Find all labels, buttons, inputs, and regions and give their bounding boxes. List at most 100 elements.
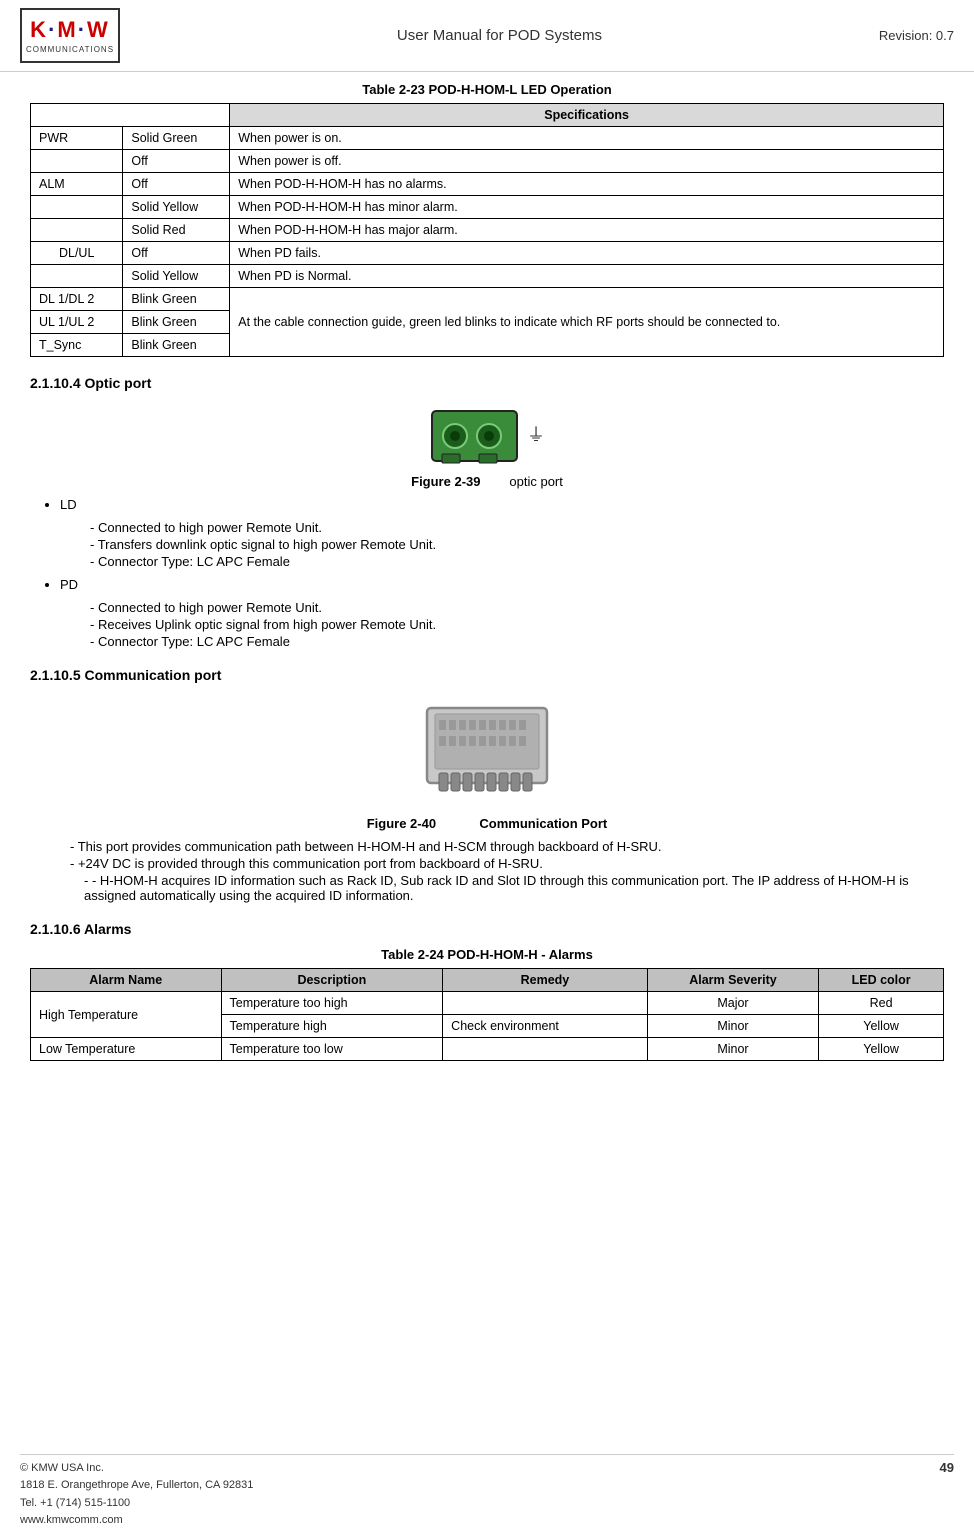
led-name: PWR: [31, 127, 123, 150]
led-desc: When power is off.: [230, 150, 944, 173]
optic-port-svg: ⏚: [427, 406, 547, 466]
pd-items: Connected to high power Remote Unit. Rec…: [90, 600, 944, 649]
alarm-severity: Major: [647, 992, 819, 1015]
led-state: Off: [123, 242, 230, 265]
led-state: Off: [123, 150, 230, 173]
led-state: Solid Red: [123, 219, 230, 242]
main-content: Table 2-23 POD-H-HOM-L LED Operation Spe…: [0, 72, 974, 1081]
led-name: [31, 150, 123, 173]
table24-caption: Table 2-24 POD-H-HOM-H - Alarms: [30, 947, 944, 962]
led-color: Red: [819, 992, 944, 1015]
revision-label: Revision: 0.7: [879, 28, 954, 43]
figure-2-40-caption: Figure 2-40 Communication Port: [30, 816, 944, 831]
figure-2-39-num: Figure 2-39: [411, 474, 480, 489]
alarm-name: High Temperature: [31, 992, 222, 1038]
alarm-description: Temperature too low: [221, 1038, 443, 1061]
alarm-description: Temperature too high: [221, 992, 443, 1015]
led-desc: When PD is Normal.: [230, 265, 944, 288]
comm-bullets: This port provides communication path be…: [70, 839, 944, 903]
table-row: Low Temperature Temperature too low Mino…: [31, 1038, 944, 1061]
led-name: DL/UL: [31, 242, 123, 265]
pd-title: PD: [60, 577, 944, 592]
section-2110-6-heading: 2.1.10.6 Alarms: [30, 921, 944, 937]
led-name: [31, 265, 123, 288]
comm-port-svg: [417, 698, 557, 808]
list-item: +24V DC is provided through this communi…: [70, 856, 944, 871]
led-color: Yellow: [819, 1015, 944, 1038]
ld-items: Connected to high power Remote Unit. Tra…: [90, 520, 944, 569]
svg-text:⏚: ⏚: [527, 425, 545, 445]
logo-kmw: K·M·W: [30, 17, 110, 43]
led-name: UL 1/UL 2: [31, 311, 123, 334]
figure-2-39-caption: Figure 2-39 optic port: [30, 474, 944, 489]
logo-area: K·M·W COMMUNICATIONS: [20, 8, 120, 63]
alarm-name: Low Temperature: [31, 1038, 222, 1061]
table23-caption: Table 2-23 POD-H-HOM-L LED Operation: [30, 82, 944, 97]
led-state: Solid Yellow: [123, 265, 230, 288]
led-name: DL 1/DL 2: [31, 288, 123, 311]
figure-2-40-area: Figure 2-40 Communication Port: [30, 698, 944, 831]
led-desc: When POD-H-HOM-H has minor alarm.: [230, 196, 944, 219]
table-row: PWR Solid Green When power is on.: [31, 127, 944, 150]
table-row: DL/UL Off When PD fails.: [31, 242, 944, 265]
figure-2-40-num: Figure 2-40: [367, 816, 436, 831]
page-header: K·M·W COMMUNICATIONS User Manual for POD…: [0, 0, 974, 72]
alarm-name-header: Alarm Name: [31, 969, 222, 992]
led-name: [31, 196, 123, 219]
logo-communications: COMMUNICATIONS: [26, 45, 114, 54]
led-desc: When POD-H-HOM-H has major alarm.: [230, 219, 944, 242]
alarm-severity: Minor: [647, 1038, 819, 1061]
table-row: Off When power is off.: [31, 150, 944, 173]
page-number: 49: [940, 1460, 954, 1530]
section-2110-4-heading: 2.1.10.4 Optic port: [30, 375, 944, 391]
led-desc: When power is on.: [230, 127, 944, 150]
optic-port-image: ⏚: [30, 406, 944, 469]
comm-bullet-3-line1: - H-HOM-H acquires ID information such a…: [84, 873, 909, 903]
list-item: Receives Uplink optic signal from high p…: [90, 617, 944, 632]
remedy-header: Remedy: [443, 969, 648, 992]
led-desc: At the cable connection guide, green led…: [230, 288, 944, 357]
table-alarms: Alarm Name Description Remedy Alarm Seve…: [30, 968, 944, 1061]
footer-company: © KMW USA Inc.: [20, 1460, 253, 1478]
footer-address: 1818 E. Orangethrope Ave, Fullerton, CA …: [20, 1477, 253, 1495]
led-state: Solid Yellow: [123, 196, 230, 219]
page-footer: © KMW USA Inc. 1818 E. Orangethrope Ave,…: [20, 1454, 954, 1530]
led-name: T_Sync: [31, 334, 123, 357]
table-row: DL 1/DL 2 Blink Green At the cable conne…: [31, 288, 944, 311]
list-item: This port provides communication path be…: [70, 839, 944, 854]
table-row: Solid Red When POD-H-HOM-H has major ala…: [31, 219, 944, 242]
led-name: ALM: [31, 173, 123, 196]
alarm-remedy: [443, 992, 648, 1015]
table-row: ALM Off When POD-H-HOM-H has no alarms.: [31, 173, 944, 196]
led-state: Blink Green: [123, 334, 230, 357]
list-item: Connected to high power Remote Unit.: [90, 600, 944, 615]
figure-2-39-area: ⏚ Figure 2-39 optic port: [30, 406, 944, 489]
led-desc: When PD fails.: [230, 242, 944, 265]
list-item: Transfers downlink optic signal to high …: [90, 537, 944, 552]
pd-section: PD: [60, 577, 944, 592]
table-row: High Temperature Temperature too high Ma…: [31, 992, 944, 1015]
description-header: Description: [221, 969, 443, 992]
alarm-remedy: [443, 1038, 648, 1061]
table-row: Solid Yellow When POD-H-HOM-H has minor …: [31, 196, 944, 219]
figure-2-40-label: Communication Port: [479, 816, 607, 831]
footer-web: www.kmwcomm.com: [20, 1512, 253, 1530]
led-state: Off: [123, 173, 230, 196]
led-color: Yellow: [819, 1038, 944, 1061]
spec-header: Specifications: [230, 104, 944, 127]
table-led-operation: Specifications PWR Solid Green When powe…: [30, 103, 944, 357]
alarm-severity: Minor: [647, 1015, 819, 1038]
led-state: Solid Green: [123, 127, 230, 150]
figure-2-39-label: optic port: [509, 474, 562, 489]
alarm-remedy: Check environment: [443, 1015, 648, 1038]
logo-box: K·M·W COMMUNICATIONS: [20, 8, 120, 63]
list-item: - H-HOM-H acquires ID information such a…: [70, 873, 944, 903]
section-2110-5-heading: 2.1.10.5 Communication port: [30, 667, 944, 683]
led-header: LED color: [819, 969, 944, 992]
list-item: Connector Type: LC APC Female: [90, 634, 944, 649]
severity-header: Alarm Severity: [647, 969, 819, 992]
list-item: Connector Type: LC APC Female: [90, 554, 944, 569]
led-state: Blink Green: [123, 288, 230, 311]
list-item: Connected to high power Remote Unit.: [90, 520, 944, 535]
led-desc: When POD-H-HOM-H has no alarms.: [230, 173, 944, 196]
